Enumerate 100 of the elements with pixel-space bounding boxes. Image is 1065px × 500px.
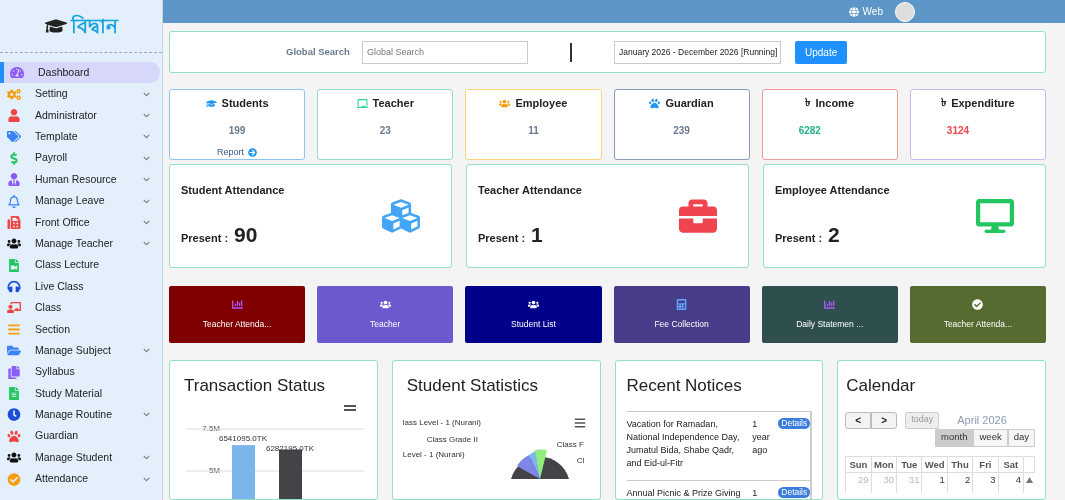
stat-title: Employee [515, 96, 568, 111]
search-field[interactable]: Global Search [362, 40, 528, 64]
attendance-title: Employee Attendance [775, 183, 890, 198]
person-icon [7, 173, 21, 187]
quick-link-button[interactable]: Teacher [317, 286, 454, 343]
sidebar-item[interactable]: Payroll [0, 147, 162, 169]
currency-sign: ৳ [941, 95, 947, 111]
day-cell[interactable]: 3 [973, 472, 999, 493]
quick-link-button[interactable]: Student List [465, 286, 602, 343]
quick-link-button[interactable]: Teacher Attenda... [169, 286, 306, 343]
sidebar-item[interactable]: Dashboard [0, 62, 160, 84]
sidebar-item[interactable]: Manage Leave [0, 190, 162, 212]
pie-label: lass Level - 1 (Nurani) [402, 416, 481, 429]
calculator-icon [676, 298, 688, 310]
paw-icon [7, 429, 21, 443]
quick-link-button[interactable]: Daily Statemen ... [761, 286, 898, 343]
panel-title: Calendar [846, 375, 917, 397]
sidebar-item[interactable]: Live Class [0, 275, 162, 298]
weekday-header: Sun [846, 456, 872, 473]
day-cell[interactable]: 1 [922, 472, 948, 493]
fax-icon [7, 215, 21, 229]
users-icon [379, 298, 391, 310]
folder-icon [7, 344, 21, 358]
sidebar-item[interactable]: Syllabus [0, 361, 162, 383]
users-icon [7, 451, 21, 465]
weekday-header: Tue [897, 456, 923, 473]
headphones-icon [7, 280, 21, 294]
notice-time: 1 [752, 486, 759, 499]
present-label: Present : [478, 230, 526, 246]
sidebar-item[interactable]: Section [0, 318, 162, 341]
sidebar-item[interactable]: Class [0, 297, 162, 319]
tags-icon [7, 130, 21, 144]
stat-value: 11 [528, 123, 539, 138]
next-button[interactable]: > [871, 411, 898, 429]
details-button[interactable]: Details [778, 486, 811, 498]
sidebar-item[interactable]: Class Lecture [0, 254, 162, 276]
video-file-icon [7, 258, 21, 272]
stat-title: Students [221, 96, 269, 111]
stat-title: Guardian [665, 96, 714, 111]
menu-icon[interactable] [573, 417, 586, 429]
avatar[interactable] [895, 1, 915, 22]
sidebar-item[interactable]: Study Material [0, 382, 162, 405]
stat-title: Income [815, 96, 854, 111]
arrow-right-icon [248, 147, 258, 157]
stat-value: 6282 [798, 123, 821, 138]
sidebar-item[interactable]: Guardian [0, 425, 162, 448]
day-cell[interactable]: 4 [998, 472, 1024, 493]
notice-text: Vacation for Ramadan, National Independence Day, Jumatul Bida, Shabe Qadr, and Eid-ul-Fitr [626, 417, 741, 470]
weekday-header: Sat [998, 456, 1024, 473]
text-cursor [570, 42, 572, 62]
cubes-icon [382, 197, 420, 235]
scroll-arrow-icon[interactable] [1026, 476, 1033, 483]
sidebar-item[interactable]: Administrator [0, 104, 162, 127]
sidebar-item[interactable]: Manage Routine [0, 404, 162, 426]
stat-value: 199 [228, 123, 246, 138]
sidebar-item[interactable]: Front Office [0, 211, 162, 234]
sidebar-item[interactable]: Setting [0, 83, 162, 105]
sidebar-item[interactable]: Manage Teacher [0, 233, 162, 255]
view-tab[interactable]: week [973, 428, 1008, 447]
stat-value: 3124 [946, 123, 970, 138]
quick-link-button[interactable]: Fee Collection [613, 286, 750, 343]
document-icon [7, 387, 21, 401]
pie-label: Level - 1 (Nurani) [402, 448, 465, 461]
clock-icon [7, 408, 21, 422]
stat-title: Teacher [372, 96, 414, 111]
weekday-header: Thu [947, 456, 974, 473]
gears-icon [7, 87, 21, 101]
session-select[interactable]: January 2026 - December 2026 [Running] [614, 40, 781, 64]
view-tab[interactable]: day [1007, 428, 1035, 447]
stat-value: 239 [673, 123, 690, 138]
sidebar-item[interactable]: Manage Subject [0, 340, 162, 362]
weekday-header: Fri [973, 456, 999, 473]
panel-title: Recent Notices [626, 375, 743, 397]
report-link[interactable]: Report [217, 145, 258, 159]
users-icon [7, 237, 21, 251]
users-icon [527, 298, 539, 310]
view-tab[interactable]: month [935, 428, 974, 447]
sidebar-item[interactable]: Manage Student [0, 447, 162, 469]
attendance-title: Teacher Attendance [478, 183, 582, 198]
sidebar-item[interactable]: Attendance [0, 468, 162, 490]
sidebar-item[interactable]: Human Resource [0, 168, 162, 191]
sidebar-item[interactable]: Template [0, 126, 162, 148]
currency-sign: ৳ [805, 95, 811, 111]
day-cell[interactable]: 2 [947, 472, 974, 493]
y-tick-label: 7.5M [202, 423, 220, 433]
briefcase-icon [679, 197, 717, 235]
previous-button[interactable]: < [845, 411, 872, 429]
present-count: 90 [234, 221, 258, 248]
notice-text: Annual Picnic & Prize Giving [626, 486, 742, 499]
dashboard-icon [10, 66, 24, 80]
y-tick-label: 5M [208, 465, 220, 475]
graduation-cap-icon [205, 97, 217, 109]
details-button[interactable]: Details [778, 417, 811, 429]
quick-link-button[interactable]: Teacher Attenda... [909, 286, 1046, 343]
globe-icon [848, 6, 859, 17]
bar [232, 444, 255, 499]
menu-icon[interactable] [344, 404, 356, 411]
present-label: Present : [775, 230, 823, 246]
present-count: 2 [828, 221, 840, 248]
logo-text: বিদ্বান [70, 13, 118, 40]
